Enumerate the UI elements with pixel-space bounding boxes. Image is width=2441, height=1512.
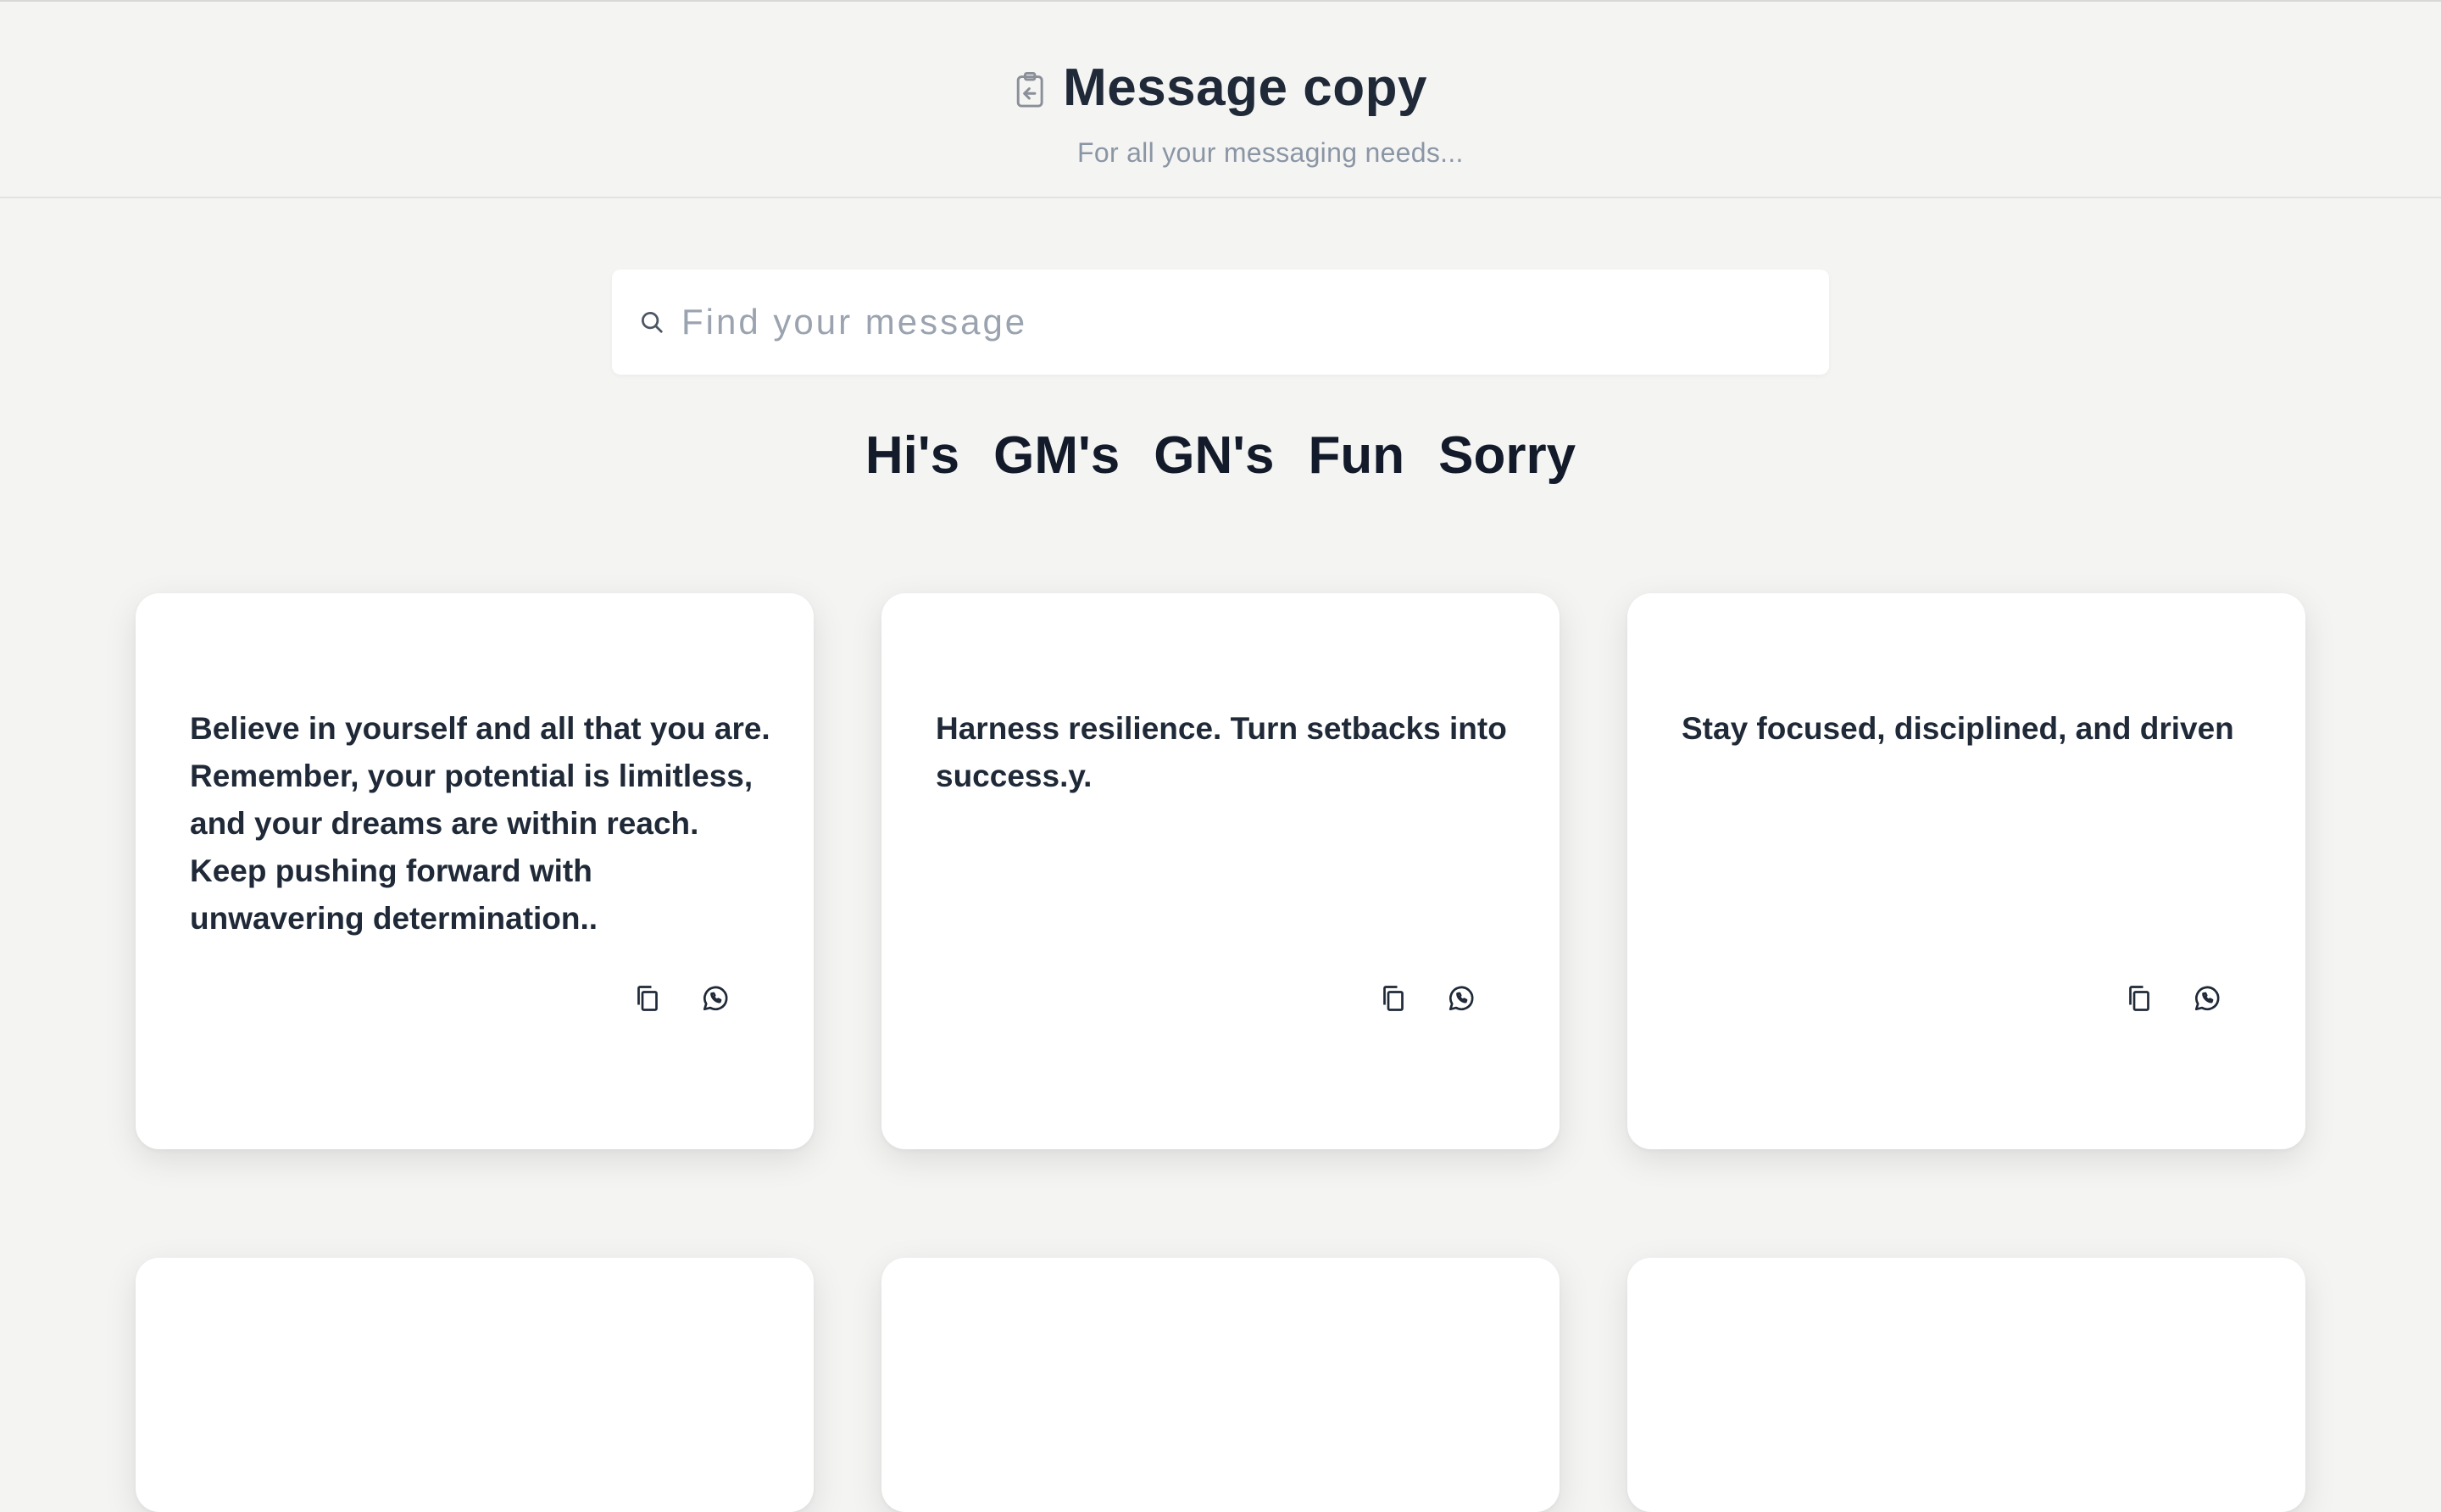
page-subtitle: For all your messaging needs... [1077,137,1464,168]
whatsapp-icon[interactable] [1446,983,1476,1014]
category-his[interactable]: Hi's [865,422,959,490]
message-text: Harness resilience. Turn setbacks into s… [936,711,1507,793]
message-card: Harness resilience. Turn setbacks into s… [881,593,1560,1149]
search-icon [642,312,663,333]
message-card: Stay focused, disciplined, and driven [1627,593,2305,1149]
page-header: Message copy For all your messaging need… [0,0,2441,198]
category-fun[interactable]: Fun [1308,422,1404,490]
whatsapp-icon[interactable] [700,983,731,1014]
search-input[interactable] [680,301,1785,343]
search-bar[interactable] [612,270,1829,375]
message-card-partial [1627,1258,2305,1512]
category-nav: Hi's GM's GN's Fun Sorry [0,422,2441,490]
message-card-partial [136,1258,814,1512]
card-actions [2124,983,2222,1014]
message-card-partial [881,1258,1560,1512]
whatsapp-icon[interactable] [2192,983,2222,1014]
clipboard-arrow-icon [1016,71,1043,108]
category-sorry[interactable]: Sorry [1438,422,1576,490]
copy-icon[interactable] [632,983,663,1014]
message-text: Stay focused, disciplined, and driven [1682,711,2234,746]
copy-icon[interactable] [1378,983,1409,1014]
category-gns[interactable]: GN's [1154,422,1274,490]
page-title: Message copy [1063,58,1427,117]
message-card: Believe in yourself and all that you are… [136,593,814,1149]
card-actions [632,983,731,1014]
category-gms[interactable]: GM's [993,422,1120,490]
title-row: Message copy [0,54,2441,122]
copy-icon[interactable] [2124,983,2155,1014]
message-text: Believe in yourself and all that you are… [190,711,770,936]
card-actions [1378,983,1476,1014]
